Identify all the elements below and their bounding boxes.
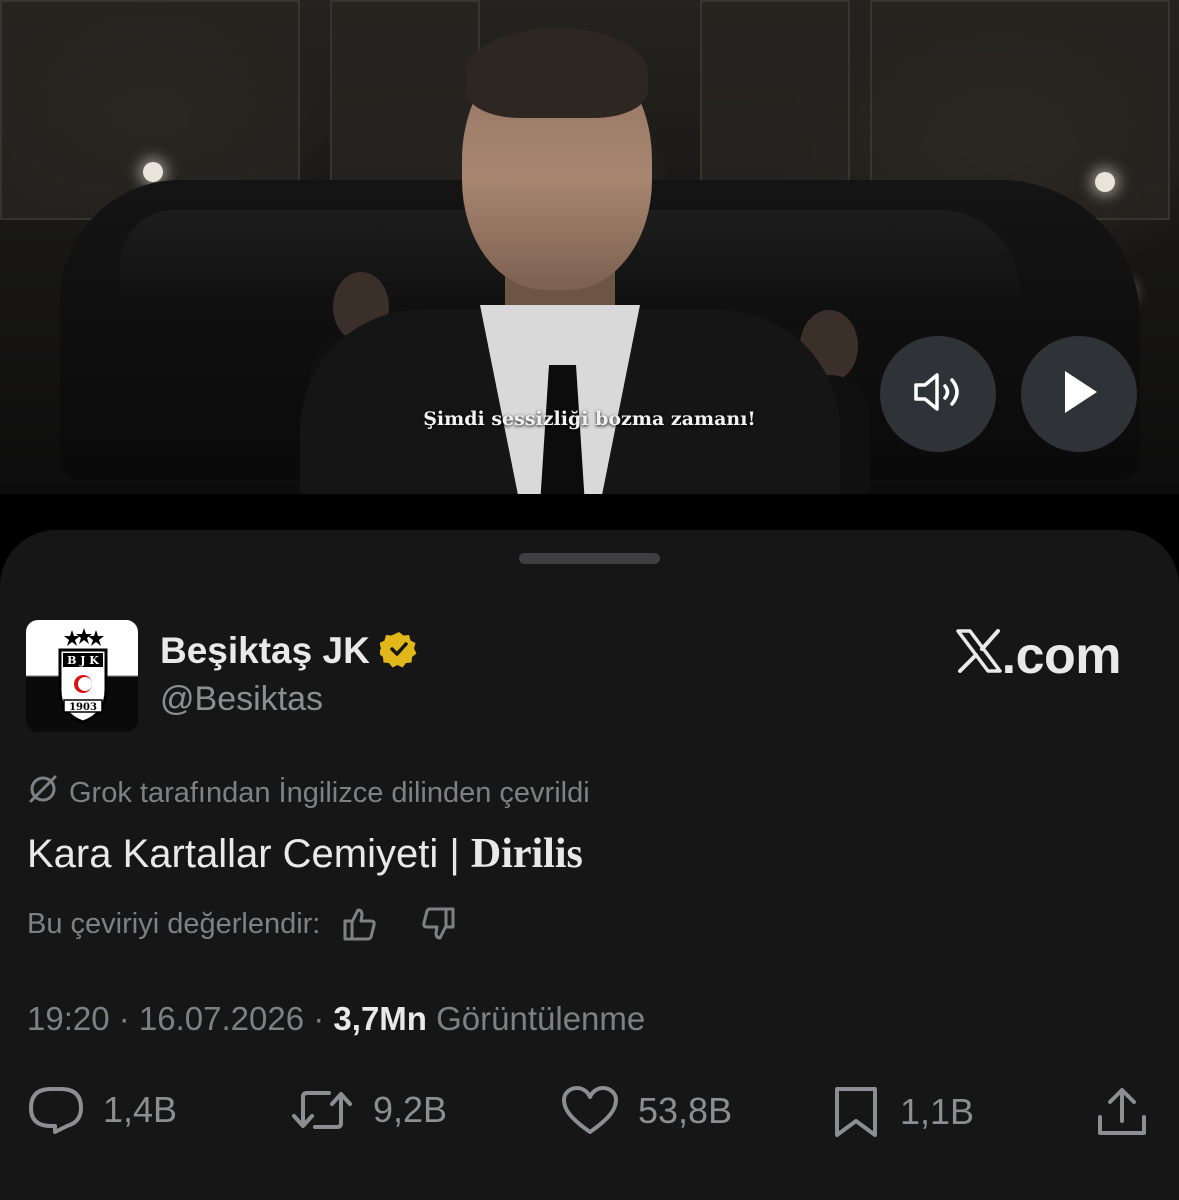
thumbs-up-button[interactable] (338, 902, 382, 946)
sheet-grabber[interactable] (519, 553, 660, 564)
svg-text:1903: 1903 (69, 702, 97, 713)
source-label: .com (1001, 627, 1122, 685)
share-button[interactable] (1095, 1085, 1149, 1139)
verified-badge-icon (378, 630, 418, 672)
play-button[interactable] (1021, 336, 1137, 452)
tweet-text-strong: Dirilis (470, 831, 583, 877)
repost-icon (292, 1091, 352, 1129)
author-handle[interactable]: @Besiktas (160, 680, 323, 719)
translate-icon (27, 773, 59, 813)
bookmark-icon (835, 1087, 877, 1137)
thumbs-down-icon (422, 907, 455, 940)
besiktas-crest-icon: B J K 1903 (58, 628, 108, 724)
repost-button[interactable]: 9,2B (289, 1085, 447, 1135)
tweet-date[interactable]: 16.07.2026 (139, 1000, 304, 1037)
x-logo-icon (955, 626, 1002, 686)
author-name-row[interactable]: Beşiktaş JK (160, 630, 418, 672)
thumbs-up-icon (343, 908, 377, 941)
action-bar: 1,4B 9,2B 53,8B 1,1B (27, 1085, 1152, 1145)
thumbs-down-button[interactable] (416, 902, 460, 946)
tweet-time[interactable]: 19:20 (27, 1000, 110, 1037)
tweet-view: Şimdi sessizliği bozma zamanı! B J K 190… (0, 0, 1179, 1200)
like-button[interactable]: 53,8B (560, 1085, 732, 1137)
bookmark-button[interactable]: 1,1B (830, 1085, 974, 1139)
meta-separator: · (304, 1000, 334, 1037)
repost-count: 9,2B (373, 1089, 448, 1130)
video-player[interactable]: Şimdi sessizliği bozma zamanı! (0, 0, 1179, 494)
rate-prompt: Bu çeviriyi değerlendir: (27, 907, 321, 940)
heart-icon (562, 1086, 618, 1134)
tweet-meta: 19:20 · 16.07.2026 · 3,7Mn Görüntülenme (27, 1000, 645, 1038)
rate-translation: Bu çeviriyi değerlendir: (27, 902, 460, 946)
svg-text:B J K: B J K (67, 654, 99, 667)
reply-icon (29, 1087, 83, 1134)
share-icon (1098, 1088, 1146, 1135)
speaker-icon (910, 370, 966, 418)
bookmark-count: 1,1B (900, 1091, 975, 1132)
tweet-sheet: B J K 1903 Beşiktaş JK @Besiktas .com Gr… (0, 530, 1179, 1200)
play-icon (1055, 366, 1103, 422)
translation-notice: Grok tarafından İngilizce dilinden çevri… (27, 773, 590, 813)
meta-separator: · (109, 1000, 139, 1037)
views-label: Görüntülenme (426, 1000, 646, 1037)
views-count[interactable]: 3,7Mn (333, 1000, 427, 1037)
author-name: Beşiktaş JK (160, 630, 370, 671)
tweet-text: Kara Kartallar Cemiyeti | Dirilis (27, 830, 583, 878)
mute-button[interactable] (880, 336, 996, 452)
video-subtitle: Şimdi sessizliği bozma zamanı! (423, 408, 756, 430)
tweet-text-main: Kara Kartallar Cemiyeti | (27, 832, 471, 876)
reply-button[interactable]: 1,4B (27, 1085, 177, 1135)
avatar[interactable]: B J K 1903 (26, 620, 138, 732)
translation-text: Grok tarafından İngilizce dilinden çevri… (69, 776, 590, 809)
reply-count: 1,4B (103, 1089, 178, 1130)
source-x-com[interactable]: .com (955, 626, 1122, 686)
like-count: 53,8B (638, 1090, 733, 1131)
